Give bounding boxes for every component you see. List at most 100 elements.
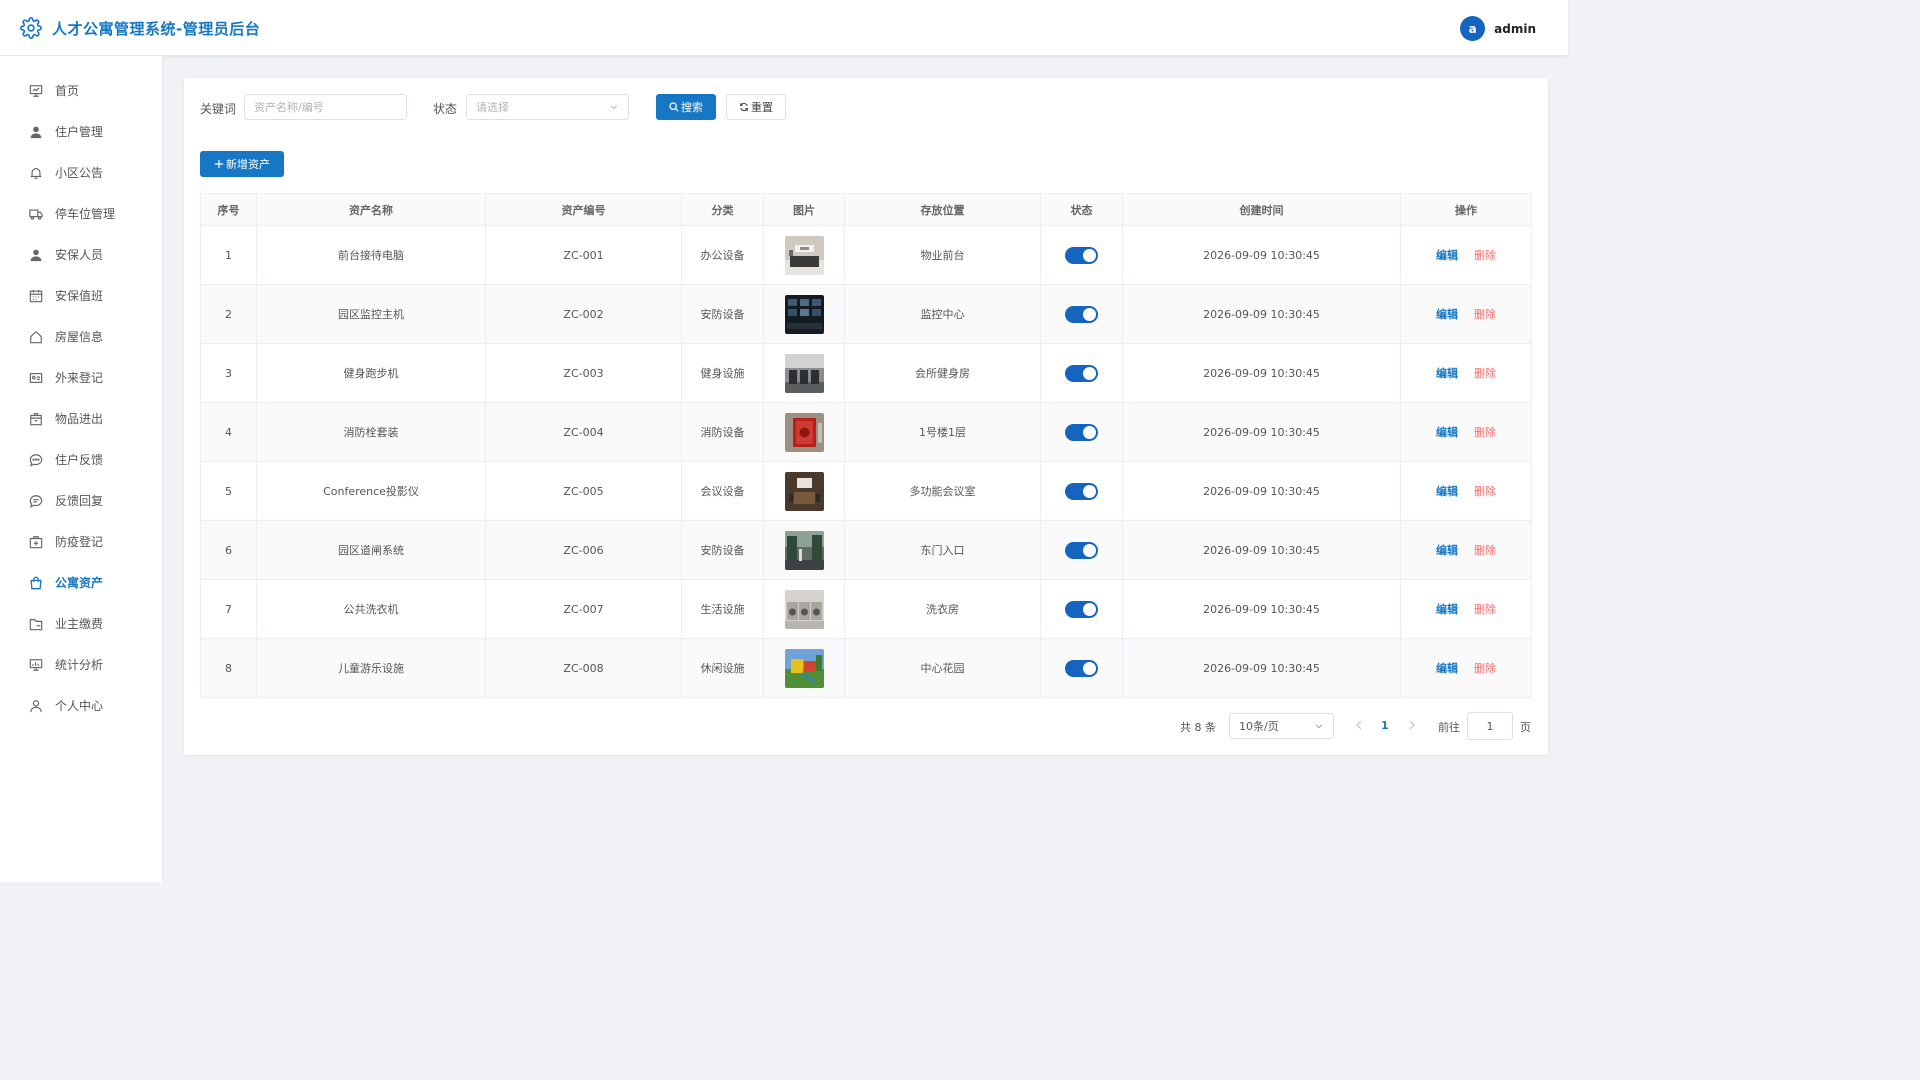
edit-link[interactable]: 编辑: [1436, 249, 1458, 262]
page-number-current[interactable]: 1: [1381, 719, 1389, 732]
column-header: 资产名称: [256, 193, 486, 226]
sidebar-item-goods[interactable]: 物品进出: [0, 398, 162, 439]
status-toggle[interactable]: [1065, 541, 1098, 559]
sidebar-item-statistics[interactable]: 统计分析: [0, 644, 162, 685]
sidebar-item-visitors[interactable]: 外来登记: [0, 357, 162, 398]
sidebar-item-epidemic[interactable]: 防疫登记: [0, 521, 162, 562]
search-button[interactable]: 搜索: [656, 94, 716, 120]
reset-button-label: 重置: [751, 101, 773, 114]
status-toggle[interactable]: [1065, 305, 1098, 323]
cell-location: 洗衣房: [844, 579, 1041, 639]
cell-category: 办公设备: [681, 225, 764, 285]
delete-link[interactable]: 删除: [1474, 485, 1496, 498]
sidebar: 首页 住户管理 小区公告 停车位管理 安保人员 安保值班 房屋信息 外来登记 物…: [0, 56, 163, 882]
sidebar-item-payments[interactable]: 业主缴费: [0, 603, 162, 644]
playground-photo[interactable]: [784, 648, 824, 688]
status-toggle[interactable]: [1065, 600, 1098, 618]
table-row: 8 儿童游乐设施 ZC-008 休闲设施 中心花园 2026-09-09 10:…: [200, 638, 1532, 698]
user-icon: [28, 247, 43, 262]
delete-link[interactable]: 删除: [1474, 544, 1496, 557]
app-title: 人才公寓管理系统-管理员后台: [52, 20, 261, 38]
edit-link[interactable]: 编辑: [1436, 603, 1458, 616]
edit-link[interactable]: 编辑: [1436, 485, 1458, 498]
prev-page-button[interactable]: [1355, 719, 1363, 733]
cell-created: 2026-09-09 10:30:45: [1122, 402, 1401, 462]
sidebar-item-residents[interactable]: 住户管理: [0, 111, 162, 152]
cell-code: ZC-005: [485, 461, 682, 521]
sidebar-item-security-staff[interactable]: 安保人员: [0, 234, 162, 275]
edit-link[interactable]: 编辑: [1436, 308, 1458, 321]
sidebar-item-label: 安保人员: [55, 248, 104, 262]
cell-location: 东门入口: [844, 520, 1041, 580]
cell-image: [763, 520, 845, 580]
delete-link[interactable]: 删除: [1474, 308, 1496, 321]
chevron-down-icon: [610, 105, 618, 110]
fire-hydrant-photo[interactable]: [784, 412, 824, 452]
cell-location: 监控中心: [844, 284, 1041, 344]
reset-button[interactable]: 重置: [726, 94, 786, 120]
sidebar-item-label: 统计分析: [55, 658, 104, 672]
add-asset-button[interactable]: 新增资产: [200, 151, 284, 177]
sidebar-item-security-duty[interactable]: 安保值班: [0, 275, 162, 316]
sidebar-item-housing[interactable]: 房屋信息: [0, 316, 162, 357]
reception-desk-photo[interactable]: [784, 235, 824, 275]
cell-code: ZC-001: [485, 225, 682, 285]
asset-panel: 关键词 资产名称/编号 状态 请选择 搜索 重置 新增资产 序号 资产名称 资产…: [184, 78, 1548, 755]
sidebar-item-label: 个人中心: [55, 699, 104, 713]
cell-status: [1040, 284, 1123, 344]
chart-board-icon: [28, 657, 43, 672]
avatar[interactable]: a: [1460, 16, 1486, 41]
username[interactable]: admin: [1494, 22, 1536, 36]
goto-page-input[interactable]: 1: [1467, 712, 1513, 740]
user-menu[interactable]: a admin: [1460, 16, 1536, 41]
edit-link[interactable]: 编辑: [1436, 662, 1458, 675]
gym-treadmill-photo[interactable]: [784, 353, 824, 393]
delete-link[interactable]: 删除: [1474, 426, 1496, 439]
keyword-input[interactable]: 资产名称/编号: [244, 94, 407, 120]
cell-category: 休闲设施: [681, 638, 764, 698]
page-size-select[interactable]: 10条/页: [1229, 713, 1334, 739]
sidebar-item-label: 业主缴费: [55, 617, 104, 631]
cell-image: [763, 225, 845, 285]
delete-link[interactable]: 删除: [1474, 662, 1496, 675]
user-icon: [28, 124, 43, 139]
status-toggle[interactable]: [1065, 659, 1098, 677]
sidebar-item-notices[interactable]: 小区公告: [0, 152, 162, 193]
edit-link[interactable]: 编辑: [1436, 367, 1458, 380]
top-header: 人才公寓管理系统-管理员后台 a admin: [0, 0, 1568, 56]
cell-location: 多功能会议室: [844, 461, 1041, 521]
gear-icon: [20, 17, 42, 39]
chat-dots-icon: [28, 452, 43, 467]
edit-link[interactable]: 编辑: [1436, 544, 1458, 557]
sidebar-item-home[interactable]: 首页: [0, 70, 162, 111]
sidebar-item-feedback[interactable]: 住户反馈: [0, 439, 162, 480]
status-toggle[interactable]: [1065, 482, 1098, 500]
table-row: 1 前台接待电脑 ZC-001 办公设备 物业前台 2026-09-09 10:…: [200, 225, 1532, 285]
next-page-button[interactable]: [1408, 719, 1416, 733]
delete-link[interactable]: 删除: [1474, 367, 1496, 380]
table-row: 2 园区监控主机 ZC-002 安防设备 监控中心 2026-09-09 10:…: [200, 284, 1532, 344]
sidebar-item-feedback-reply[interactable]: 反馈回复: [0, 480, 162, 521]
table-row: 3 健身跑步机 ZC-003 健身设施 会所健身房 2026-09-09 10:…: [200, 343, 1532, 403]
monitoring-room-photo[interactable]: [784, 294, 824, 334]
column-header: 存放位置: [844, 193, 1041, 226]
edit-link[interactable]: 编辑: [1436, 426, 1458, 439]
cell-actions: 编辑 删除: [1400, 579, 1532, 639]
cell-category: 消防设备: [681, 402, 764, 462]
delete-link[interactable]: 删除: [1474, 249, 1496, 262]
cell-category: 会议设备: [681, 461, 764, 521]
laundry-room-photo[interactable]: [784, 589, 824, 629]
conference-room-photo[interactable]: [784, 471, 824, 511]
status-toggle[interactable]: [1065, 246, 1098, 264]
sidebar-item-assets[interactable]: 公寓资产: [0, 562, 162, 603]
status-select[interactable]: 请选择: [466, 94, 629, 120]
gate-barrier-photo[interactable]: [784, 530, 824, 570]
delete-link[interactable]: 删除: [1474, 603, 1496, 616]
sidebar-item-label: 小区公告: [55, 166, 104, 180]
status-toggle[interactable]: [1065, 423, 1098, 441]
status-toggle[interactable]: [1065, 364, 1098, 382]
sidebar-item-parking[interactable]: 停车位管理: [0, 193, 162, 234]
cell-index: 3: [200, 343, 257, 403]
first-aid-icon: [28, 534, 43, 549]
sidebar-item-profile[interactable]: 个人中心: [0, 685, 162, 726]
